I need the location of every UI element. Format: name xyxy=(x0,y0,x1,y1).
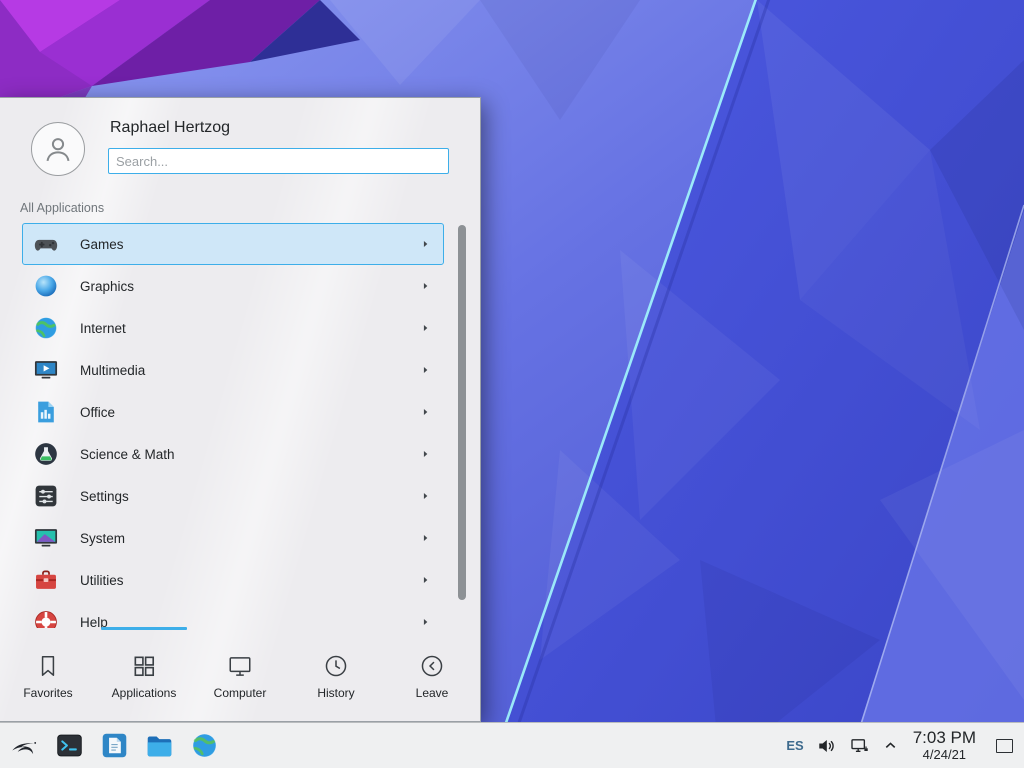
section-label: All Applications xyxy=(20,201,104,215)
computer-icon xyxy=(227,653,253,679)
category-label: Multimedia xyxy=(80,363,145,378)
category-label: Games xyxy=(80,237,124,252)
category-list: Games Graphics Internet Multimedia xyxy=(22,223,444,628)
category-label: Help xyxy=(80,615,108,629)
clock-time: 7:03 PM xyxy=(913,729,976,747)
category-row[interactable]: Internet xyxy=(22,307,444,349)
submenu-arrow-icon xyxy=(420,533,431,544)
category-row[interactable]: Utilities xyxy=(22,559,444,601)
submenu-arrow-icon xyxy=(420,323,431,334)
desktop: Raphael Hertzog All Applications Games G… xyxy=(0,0,1024,768)
favorites-icon xyxy=(35,653,61,679)
text-editor-launcher[interactable] xyxy=(99,731,129,761)
system-icon xyxy=(33,525,59,551)
category-row[interactable]: Office xyxy=(22,391,444,433)
graphics-icon xyxy=(33,273,59,299)
terminal-icon xyxy=(55,731,84,760)
category-label: Science & Math xyxy=(80,447,175,462)
clock[interactable]: 7:03 PM 4/24/21 xyxy=(913,729,976,761)
user-avatar[interactable] xyxy=(31,122,85,176)
tab-leave[interactable]: Leave xyxy=(384,630,480,722)
tray-expand-icon[interactable] xyxy=(883,738,898,753)
taskbar-launchers xyxy=(0,731,219,761)
history-icon xyxy=(323,653,349,679)
games-icon xyxy=(33,231,59,257)
tab-applications[interactable]: Applications xyxy=(96,630,192,722)
multimedia-icon xyxy=(33,357,59,383)
show-desktop-button[interactable] xyxy=(991,729,1017,763)
submenu-arrow-icon xyxy=(420,575,431,586)
category-label: Graphics xyxy=(80,279,134,294)
scrollbar-thumb[interactable] xyxy=(458,225,466,600)
submenu-arrow-icon xyxy=(420,449,431,460)
tab-favorites[interactable]: Favorites xyxy=(0,630,96,722)
network-icon[interactable] xyxy=(850,736,870,756)
keyboard-layout-indicator[interactable]: ES xyxy=(786,738,803,753)
applications-icon xyxy=(131,653,157,679)
volume-icon[interactable] xyxy=(817,736,837,756)
tab-computer[interactable]: Computer xyxy=(192,630,288,722)
tab-history[interactable]: History xyxy=(288,630,384,722)
category-label: Office xyxy=(80,405,115,420)
launcher-tabbar: Favorites Applications Computer History … xyxy=(0,630,480,722)
category-row[interactable]: Multimedia xyxy=(22,349,444,391)
text-editor-icon xyxy=(100,731,129,760)
terminal-launcher[interactable] xyxy=(54,731,84,761)
internet-icon xyxy=(33,315,59,341)
settings-icon xyxy=(33,483,59,509)
category-label: Utilities xyxy=(80,573,124,588)
submenu-arrow-icon xyxy=(420,365,431,376)
search-input[interactable] xyxy=(108,148,449,174)
file-manager-icon xyxy=(145,731,174,760)
app-launcher-button[interactable] xyxy=(9,731,39,761)
submenu-arrow-icon xyxy=(420,281,431,292)
submenu-arrow-icon xyxy=(420,491,431,502)
browser-launcher[interactable] xyxy=(189,731,219,761)
tab-label: History xyxy=(317,686,354,700)
submenu-arrow-icon xyxy=(420,407,431,418)
user-name: Raphael Hertzog xyxy=(110,119,230,137)
category-row[interactable]: Science & Math xyxy=(22,433,444,475)
kali-logo-icon xyxy=(10,731,39,760)
category-label: Settings xyxy=(80,489,129,504)
category-row[interactable]: System xyxy=(22,517,444,559)
science-icon xyxy=(33,441,59,467)
system-tray: ES 7:03 PM 4/24/21 xyxy=(786,729,1024,763)
tab-label: Favorites xyxy=(23,686,72,700)
category-label: System xyxy=(80,531,125,546)
utilities-icon xyxy=(33,567,59,593)
tab-label: Applications xyxy=(112,686,177,700)
help-icon xyxy=(33,609,59,628)
person-icon xyxy=(41,132,75,166)
taskbar: ES 7:03 PM 4/24/21 xyxy=(0,722,1024,768)
leave-icon xyxy=(419,653,445,679)
submenu-arrow-icon xyxy=(420,239,431,250)
tab-label: Leave xyxy=(416,686,449,700)
category-row[interactable]: Settings xyxy=(22,475,444,517)
category-row[interactable]: Help xyxy=(22,601,444,628)
file-manager-launcher[interactable] xyxy=(144,731,174,761)
category-row[interactable]: Graphics xyxy=(22,265,444,307)
clock-date: 4/24/21 xyxy=(913,748,976,762)
submenu-arrow-icon xyxy=(420,617,431,628)
tab-label: Computer xyxy=(214,686,267,700)
browser-icon xyxy=(190,731,219,760)
office-icon xyxy=(33,399,59,425)
category-label: Internet xyxy=(80,321,126,336)
scrollbar-track[interactable] xyxy=(458,225,466,627)
show-desktop-icon xyxy=(996,739,1013,753)
category-row[interactable]: Games xyxy=(22,223,444,265)
application-launcher-popup: Raphael Hertzog All Applications Games G… xyxy=(0,97,481,722)
